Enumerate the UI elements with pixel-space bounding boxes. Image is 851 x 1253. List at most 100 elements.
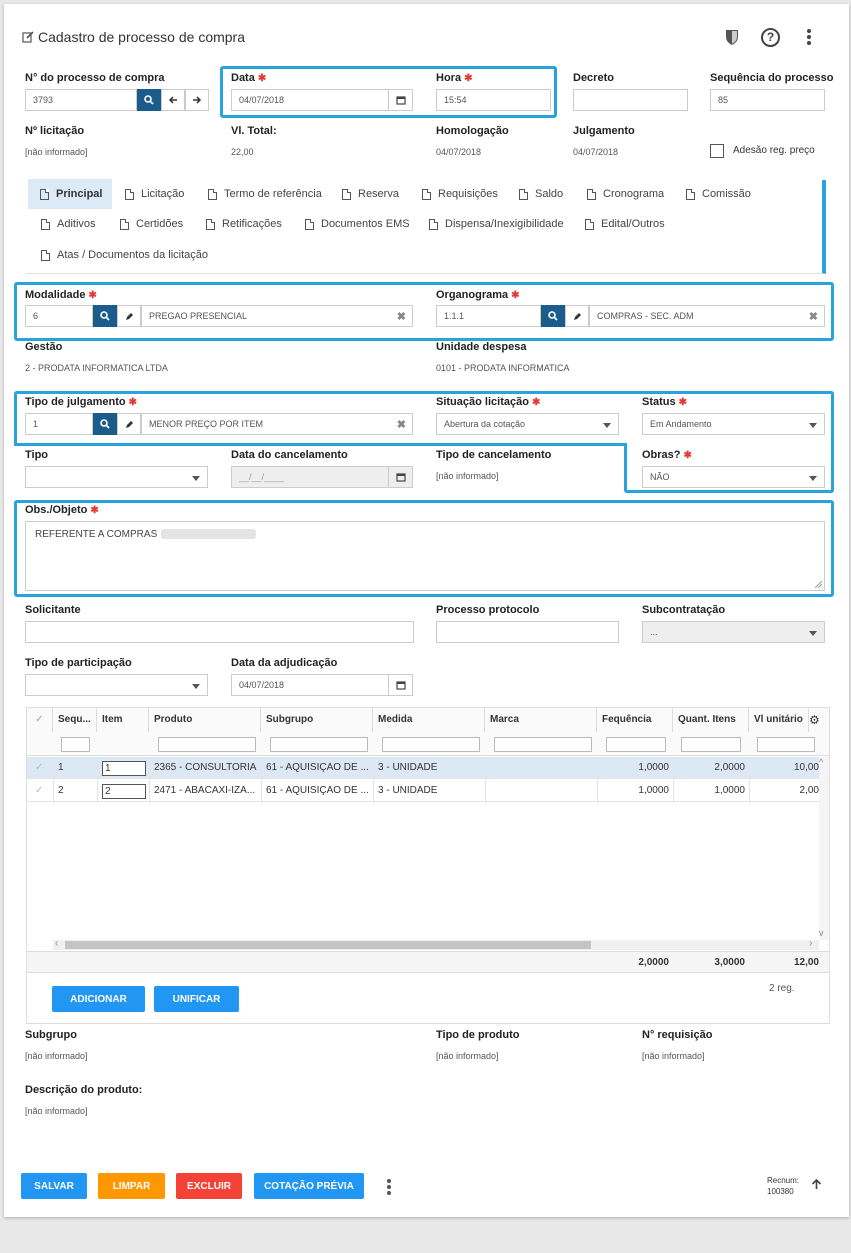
decreto-input[interactable] [573, 89, 688, 111]
obs-textarea[interactable]: REFERENTE A COMPRAS [25, 521, 825, 591]
modalidade-search-button[interactable] [93, 305, 117, 327]
tab-edital[interactable]: Edital/Outros [585, 209, 665, 239]
clear-icon[interactable]: ✖ [397, 418, 406, 431]
scroll-up-icon[interactable]: ^ [819, 757, 823, 767]
tab-dispensa[interactable]: Dispensa/Inexigibilidade [429, 209, 564, 239]
data-cancel-input[interactable]: __/__/____ [231, 466, 413, 488]
col-medida[interactable]: Medida [373, 708, 485, 732]
modalidade-code-input[interactable]: 6 [25, 305, 93, 327]
col-seq[interactable]: Sequ... [53, 708, 97, 732]
organograma-desc-input[interactable]: COMPRAS - SEC. ADM ✖ [589, 305, 825, 327]
row-vl: 2,00 [799, 785, 819, 796]
col-produto[interactable]: Produto [149, 708, 261, 732]
row-check[interactable]: ✓ [35, 785, 43, 796]
unificar-button[interactable]: UNIFICAR [154, 986, 239, 1012]
scroll-left-icon[interactable]: ‹ [55, 938, 58, 949]
filter-produto[interactable] [158, 737, 256, 752]
tab-requisicoes[interactable]: Requisições [422, 179, 498, 209]
more-vert-icon[interactable] [806, 28, 812, 46]
excluir-button[interactable]: EXCLUIR [176, 1173, 242, 1199]
tipo-julgamento-edit-button[interactable] [117, 413, 141, 435]
status-select[interactable]: Em Andamento [642, 413, 825, 435]
select-all-check[interactable]: ✓ [27, 708, 53, 732]
tab-saldo[interactable]: Saldo [519, 179, 563, 209]
modalidade-desc-input[interactable]: PREGAO PRESENCIAL ✖ [141, 305, 413, 327]
tab-documentos-ems[interactable]: Documentos EMS [305, 209, 410, 239]
adicionar-button[interactable]: ADICIONAR [52, 986, 145, 1012]
calendar-icon[interactable] [388, 90, 412, 110]
modalidade-label: Modalidade ✱ [25, 289, 97, 301]
filter-seq[interactable] [61, 737, 90, 752]
tipo-julgamento-code-input[interactable]: 1 [25, 413, 93, 435]
row-item-input[interactable]: 1 [102, 761, 146, 776]
filter-medida[interactable] [382, 737, 480, 752]
solicitante-input[interactable] [25, 621, 414, 643]
row-quant: 1,0000 [714, 785, 745, 796]
scroll-right-icon[interactable]: › [809, 938, 812, 949]
tipo-julgamento-desc-input[interactable]: MENOR PREÇO POR ITEM ✖ [141, 413, 413, 435]
row-item-input[interactable]: 2 [102, 784, 146, 799]
organograma-code-input[interactable]: 1.1.1 [436, 305, 541, 327]
tab-certidoes[interactable]: Certidões [120, 209, 183, 239]
more-actions-icon[interactable] [386, 1178, 392, 1196]
data-cancel-label: Data do cancelamento [231, 449, 348, 461]
sequencia-input[interactable]: 85 [710, 89, 825, 111]
grid-settings-icon[interactable]: ⚙ [809, 713, 820, 727]
col-subgrupo[interactable]: Subgrupo [261, 708, 373, 732]
scroll-top-icon[interactable] [811, 1177, 822, 1189]
row-check[interactable]: ✓ [35, 762, 43, 773]
tab-termo[interactable]: Termo de referência [208, 179, 322, 209]
document-icon [41, 218, 50, 230]
modalidade-edit-button[interactable] [117, 305, 141, 327]
adesao-checkbox[interactable] [710, 144, 724, 158]
filter-vl[interactable] [757, 737, 815, 752]
protocolo-input[interactable] [436, 621, 619, 643]
tab-comissao[interactable]: Comissão [686, 179, 751, 209]
data-adj-input[interactable]: 04/07/2018 [231, 674, 413, 696]
help-icon[interactable]: ? [761, 28, 780, 47]
resize-handle-icon[interactable] [815, 581, 822, 588]
tab-cronograma[interactable]: Cronograma [587, 179, 664, 209]
tipo-select[interactable] [25, 466, 208, 488]
next-button[interactable] [185, 89, 209, 111]
col-quant[interactable]: Quant. Itens [673, 708, 749, 732]
filter-marca[interactable] [494, 737, 592, 752]
cotacao-previa-button[interactable]: COTAÇÃO PRÉVIA [254, 1173, 364, 1199]
col-vl-unitario[interactable]: Vl unitário [749, 708, 809, 732]
tipo-part-select[interactable] [25, 674, 208, 696]
clear-icon[interactable]: ✖ [809, 310, 818, 323]
calendar-icon[interactable] [388, 675, 412, 695]
tab-retificacoes[interactable]: Retificações [206, 209, 282, 239]
col-marca[interactable]: Marca [485, 708, 597, 732]
tab-principal[interactable]: Principal [28, 179, 113, 209]
horizontal-scroll-thumb[interactable] [65, 941, 591, 949]
data-input[interactable]: 04/07/2018 [231, 89, 413, 111]
page-title: Cadastro de processo de compra [38, 29, 245, 45]
obras-select[interactable]: NÃO [642, 466, 825, 488]
vertical-scrollbar[interactable] [819, 757, 829, 940]
tab-aditivos[interactable]: Aditivos [41, 209, 96, 239]
filter-quant[interactable] [681, 737, 741, 752]
tab-atas[interactable]: Atas / Documentos da licitação [41, 240, 208, 270]
clear-icon[interactable]: ✖ [397, 310, 406, 323]
tab-licitacao[interactable]: Licitação [125, 179, 184, 209]
hora-input[interactable]: 15:54 [436, 89, 551, 111]
shield-icon[interactable] [724, 28, 740, 46]
situacao-select[interactable]: Abertura da cotação [436, 413, 619, 435]
tab-reserva[interactable]: Reserva [342, 179, 399, 209]
salvar-button[interactable]: SALVAR [21, 1173, 87, 1199]
filter-frequencia[interactable] [606, 737, 666, 752]
organograma-edit-button[interactable] [565, 305, 589, 327]
organograma-search-button[interactable] [541, 305, 565, 327]
calendar-icon[interactable] [388, 467, 412, 487]
prev-button[interactable] [161, 89, 185, 111]
limpar-button[interactable]: LIMPAR [98, 1173, 165, 1199]
tipo-julgamento-search-button[interactable] [93, 413, 117, 435]
processo-input[interactable]: 3793 [25, 89, 137, 111]
col-frequencia[interactable]: Fequência [597, 708, 673, 732]
subcontratacao-select[interactable]: ... [642, 621, 825, 643]
scroll-down-icon[interactable]: v [819, 928, 824, 938]
search-button[interactable] [137, 89, 161, 111]
filter-subgrupo[interactable] [270, 737, 368, 752]
col-item[interactable]: Item [97, 708, 149, 732]
